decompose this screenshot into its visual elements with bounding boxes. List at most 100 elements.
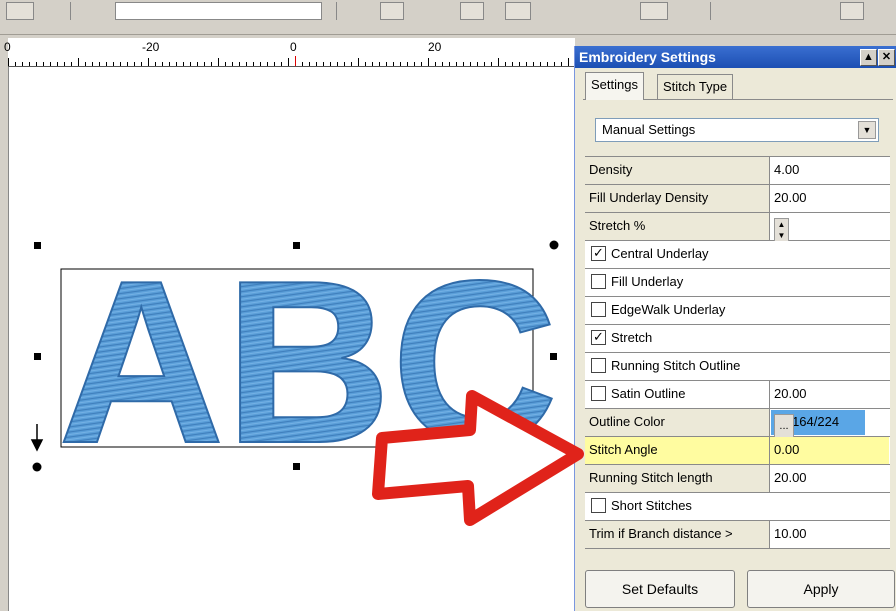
- row-label: Outline Color: [589, 414, 665, 429]
- running-stitch-length-field[interactable]: 20.00: [769, 465, 889, 492]
- set-defaults-button[interactable]: Set Defaults: [585, 570, 735, 608]
- row-label: Running Stitch Outline: [611, 358, 741, 373]
- resize-handle[interactable]: [550, 353, 557, 360]
- row-stretch-percent: Stretch % 10 ▲▼: [585, 213, 890, 242]
- row-density: Density 4.00: [585, 157, 890, 185]
- dock-icon[interactable]: ▲: [860, 49, 877, 66]
- horizontal-ruler: 0 -20 0 20: [4, 38, 574, 67]
- row-running-stitch-outline[interactable]: Running Stitch Outline: [585, 353, 890, 381]
- row-label: Satin Outline: [611, 386, 686, 401]
- ruler-tick: [358, 58, 359, 66]
- settings-grid: Density 4.00 Fill Underlay Density 20.00…: [585, 156, 890, 549]
- ruler-tick: [568, 58, 569, 66]
- anchor-arrow-icon: [30, 424, 44, 452]
- ruler-tick: [78, 58, 79, 66]
- toolbar-button[interactable]: [380, 2, 404, 20]
- preset-value: Manual Settings: [602, 122, 696, 137]
- row-label: Trim if Branch distance >: [589, 526, 733, 541]
- row-trim-branch-distance: Trim if Branch distance > 10.00: [585, 521, 890, 549]
- toolbar-button[interactable]: [640, 2, 668, 20]
- ruler-tick: [498, 58, 499, 66]
- row-stitch-angle: Stitch Angle 0.00: [585, 437, 890, 465]
- row-edgewalk-underlay[interactable]: EdgeWalk Underlay: [585, 297, 890, 325]
- ruler-tick: [148, 58, 149, 66]
- row-label: Stretch %: [589, 218, 646, 233]
- toolbar-separator: [710, 2, 711, 20]
- resize-handle[interactable]: [293, 242, 300, 249]
- ruler-tick: [288, 58, 289, 66]
- checkbox[interactable]: [591, 498, 606, 513]
- chevron-down-icon[interactable]: ▼: [858, 121, 876, 139]
- checkbox[interactable]: ✓: [591, 330, 606, 345]
- checkbox[interactable]: [591, 274, 606, 289]
- row-label: EdgeWalk Underlay: [611, 302, 726, 317]
- toolbar-separator: [336, 2, 337, 20]
- rotate-handle[interactable]: [549, 240, 559, 250]
- toolbar-dropdown-button[interactable]: [6, 2, 34, 20]
- field-value: 20.00: [774, 386, 807, 401]
- checkbox[interactable]: [591, 386, 606, 401]
- toolbar-button[interactable]: [460, 2, 484, 20]
- toolbar-button[interactable]: [840, 2, 864, 20]
- field-value: 4.00: [774, 162, 800, 177]
- rotate-handle[interactable]: [32, 462, 42, 472]
- field-value: 0.00: [774, 442, 800, 457]
- close-icon[interactable]: ✕: [878, 49, 895, 66]
- row-running-stitch-length: Running Stitch length 20.00: [585, 465, 890, 493]
- row-label: Running Stitch length: [589, 470, 713, 485]
- ruler-tick: [8, 58, 9, 66]
- annotation-arrow-icon: [372, 390, 584, 526]
- row-satin-outline[interactable]: Satin Outline 20.00: [585, 381, 890, 409]
- resize-handle[interactable]: [34, 242, 41, 249]
- outline-color-field[interactable]: 88/164/224 ...: [769, 409, 889, 438]
- checkbox[interactable]: [591, 358, 606, 373]
- ruler-tick: [428, 58, 429, 66]
- ruler-label: -20: [142, 40, 160, 54]
- ruler-label: 0: [4, 40, 11, 54]
- checkbox[interactable]: [591, 302, 606, 317]
- ruler-label: 0: [290, 40, 297, 54]
- panel-title: Embroidery Settings: [579, 49, 716, 65]
- resize-handle[interactable]: [293, 463, 300, 470]
- row-label: Density: [589, 162, 633, 177]
- ruler-origin-marker: [295, 56, 296, 66]
- row-outline-color: Outline Color 88/164/224 ...: [585, 409, 890, 438]
- panel-titlebar[interactable]: Embroidery Settings ▲ ✕: [575, 46, 896, 68]
- fill-underlay-density-field[interactable]: 20.00: [769, 185, 889, 212]
- ruler-tick: [218, 58, 219, 66]
- more-icon[interactable]: ...: [774, 414, 794, 438]
- satin-outline-field[interactable]: 20.00: [769, 381, 889, 408]
- tab-stitch-type[interactable]: Stitch Type: [657, 74, 734, 99]
- stitch-angle-field[interactable]: 0.00: [769, 437, 889, 464]
- field-value: 10.00: [774, 526, 807, 541]
- preset-dropdown[interactable]: Manual Settings ▼: [595, 118, 879, 142]
- spinner-icon[interactable]: ▲ ▼: [774, 218, 789, 242]
- row-label: Stitch Angle: [589, 442, 658, 457]
- row-fill-underlay-density: Fill Underlay Density 20.00: [585, 185, 890, 213]
- field-value: 20.00: [774, 190, 807, 205]
- field-value: 20.00: [774, 470, 807, 485]
- row-label: Short Stitches: [611, 498, 692, 513]
- toolbar-button[interactable]: [505, 2, 531, 20]
- toolbar: [0, 0, 896, 35]
- checkbox[interactable]: ✓: [591, 246, 606, 261]
- row-stretch[interactable]: ✓ Stretch: [585, 325, 890, 353]
- toolbar-input[interactable]: [115, 2, 322, 20]
- row-fill-underlay[interactable]: Fill Underlay: [585, 269, 890, 297]
- row-label: Stretch: [611, 330, 653, 345]
- trim-distance-field[interactable]: 10.00: [769, 521, 889, 548]
- row-label: Central Underlay: [611, 246, 709, 261]
- tab-settings[interactable]: Settings: [585, 72, 644, 100]
- row-central-underlay[interactable]: ✓ Central Underlay: [585, 241, 890, 269]
- density-field[interactable]: 4.00: [769, 157, 889, 184]
- resize-handle[interactable]: [34, 353, 41, 360]
- stretch-percent-field[interactable]: 10 ▲▼: [769, 213, 889, 242]
- ruler-label: 20: [428, 40, 442, 54]
- embroidery-settings-panel: Embroidery Settings ▲ ✕ Settings Stitch …: [574, 46, 896, 611]
- row-label: Fill Underlay: [611, 274, 684, 289]
- apply-button[interactable]: Apply: [747, 570, 895, 608]
- toolbar-separator: [70, 2, 71, 20]
- row-label: Fill Underlay Density: [589, 190, 709, 205]
- row-short-stitches[interactable]: Short Stitches: [585, 493, 890, 521]
- embroidery-artwork[interactable]: ABC: [8, 66, 574, 611]
